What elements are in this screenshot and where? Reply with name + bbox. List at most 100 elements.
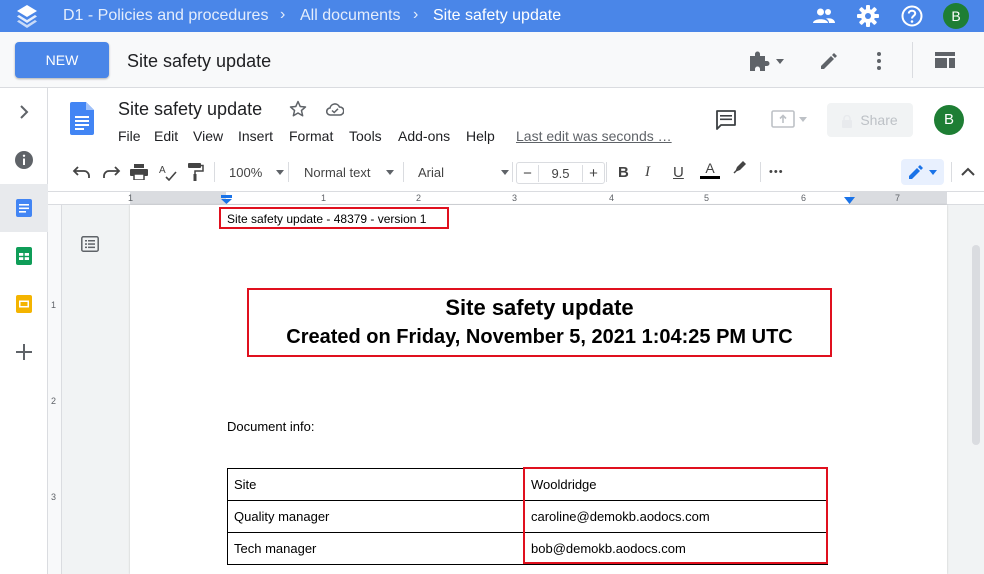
- gear-icon[interactable]: [857, 5, 879, 27]
- people-icon[interactable]: [812, 5, 836, 27]
- more-options-button[interactable]: •••: [769, 160, 784, 184]
- breadcrumb-all-documents[interactable]: All documents: [300, 7, 401, 25]
- sheets-icon: [16, 247, 32, 265]
- menu-file[interactable]: File: [118, 128, 141, 144]
- slides-button[interactable]: [0, 280, 48, 328]
- style-select[interactable]: Normal text: [304, 160, 395, 184]
- highlighter-icon: [733, 161, 746, 174]
- user-avatar[interactable]: B: [943, 3, 969, 29]
- last-edit-link[interactable]: Last edit was seconds …: [516, 128, 672, 144]
- menu-tools[interactable]: Tools: [349, 128, 382, 144]
- zoom-select[interactable]: 100%: [229, 160, 285, 184]
- comments-icon[interactable]: [716, 110, 736, 130]
- document-heading-created: Created on Friday, November 5, 2021 1:04…: [286, 326, 793, 348]
- ruler-number: 7: [895, 193, 901, 203]
- table-cell-label[interactable]: Site: [227, 468, 525, 501]
- aodocs-logo-icon[interactable]: [16, 4, 38, 28]
- table-cell-label[interactable]: Quality manager: [227, 500, 525, 533]
- ruler-margin-left: [130, 192, 226, 204]
- collapse-toolbar-button[interactable]: [961, 160, 975, 184]
- left-indent-marker-icon[interactable]: [221, 195, 232, 204]
- horizontal-ruler: 1 1 2 3 4 5 6 7: [48, 192, 984, 205]
- edit-pencil-icon[interactable]: [819, 51, 839, 71]
- chevron-down-icon: [386, 169, 395, 175]
- increase-font-size-button[interactable]: +: [582, 164, 604, 182]
- chevron-down-icon: [799, 116, 807, 122]
- more-vert-icon[interactable]: [876, 51, 882, 71]
- docs-user-avatar[interactable]: B: [934, 105, 964, 135]
- breadcrumb-library[interactable]: D1 - Policies and procedures: [63, 7, 268, 25]
- info-button[interactable]: [0, 136, 48, 184]
- puzzle-icon: [750, 51, 770, 71]
- chevron-right-icon: ›: [413, 6, 419, 23]
- font-select[interactable]: Arial: [418, 160, 510, 184]
- underline-button[interactable]: U: [673, 160, 684, 184]
- chevron-down-icon: [776, 58, 784, 64]
- highlight-color-button[interactable]: [730, 160, 750, 184]
- paint-format-icon[interactable]: [188, 160, 204, 184]
- document-outline-icon[interactable]: [81, 236, 99, 252]
- share-button[interactable]: Share: [827, 103, 913, 137]
- plus-icon: [16, 344, 32, 360]
- chevron-down-icon: [501, 169, 510, 175]
- ruler-number: 3: [51, 492, 57, 502]
- values-highlight-box: [523, 467, 828, 564]
- layout-panel-icon[interactable]: [935, 52, 955, 68]
- chevron-right-icon: ›: [280, 6, 286, 23]
- decrease-font-size-button[interactable]: −: [517, 164, 539, 182]
- document-canvas: 1 2 3 Site safety update - 48379 - versi…: [48, 205, 984, 574]
- editing-mode-button[interactable]: [901, 159, 944, 185]
- star-icon[interactable]: [289, 100, 307, 118]
- document-heading-title: Site safety update: [445, 295, 634, 320]
- present-button[interactable]: [771, 110, 807, 128]
- help-icon[interactable]: [901, 5, 923, 27]
- menu-format[interactable]: Format: [289, 128, 333, 144]
- sheets-button[interactable]: [0, 232, 48, 280]
- menu-add-ons[interactable]: Add-ons: [398, 128, 450, 144]
- add-ons-button[interactable]: [748, 50, 784, 72]
- right-indent-marker-icon[interactable]: [844, 197, 855, 204]
- slides-icon: [16, 295, 32, 313]
- italic-button[interactable]: I: [645, 160, 650, 184]
- document-header-line: Site safety update - 48379 - version 1: [227, 212, 427, 226]
- document-page[interactable]: Site safety update - 48379 - version 1 S…: [130, 205, 947, 574]
- docs-title-input[interactable]: Site safety update: [118, 99, 262, 120]
- redo-icon[interactable]: [101, 160, 121, 184]
- edit-pencil-icon: [909, 165, 923, 179]
- divider: [606, 162, 607, 182]
- docs-header: Site safety update File Edit View Insert…: [48, 88, 984, 152]
- chevron-down-icon: [929, 169, 937, 175]
- docs-button[interactable]: [0, 184, 48, 232]
- ruler-number: 3: [512, 193, 518, 203]
- zoom-value: 100%: [229, 164, 263, 180]
- docs-icon: [16, 199, 32, 217]
- ruler-number: 4: [609, 193, 615, 203]
- ruler-number: 6: [801, 193, 807, 203]
- divider: [512, 162, 513, 182]
- menu-help[interactable]: Help: [466, 128, 495, 144]
- menu-view[interactable]: View: [193, 128, 223, 144]
- google-docs-logo-icon[interactable]: [70, 102, 94, 135]
- divider: [288, 162, 289, 182]
- menu-edit[interactable]: Edit: [154, 128, 178, 144]
- heading-highlight-box: Site safety update Created on Friday, No…: [247, 288, 832, 357]
- print-icon[interactable]: [130, 160, 148, 184]
- menu-insert[interactable]: Insert: [238, 128, 273, 144]
- bold-button[interactable]: B: [618, 160, 629, 184]
- add-button[interactable]: [0, 328, 48, 376]
- vertical-scrollbar[interactable]: [972, 245, 980, 445]
- text-color-label: A: [705, 160, 715, 176]
- font-size-input[interactable]: 9.5: [539, 166, 582, 181]
- cloud-status-icon[interactable]: [326, 102, 344, 116]
- undo-icon[interactable]: [72, 160, 92, 184]
- document-info-label: Document info:: [227, 419, 315, 434]
- formatting-toolbar: A 100% Normal text Arial − 9.5 + B I U A…: [48, 152, 984, 192]
- new-button[interactable]: NEW: [15, 42, 109, 78]
- style-value: Normal text: [304, 164, 371, 180]
- expand-rail-button[interactable]: [0, 88, 48, 136]
- font-size-stepper: − 9.5 +: [516, 162, 605, 184]
- spellcheck-icon[interactable]: A: [159, 160, 177, 184]
- ruler-number: 2: [416, 193, 422, 203]
- text-color-button[interactable]: A: [700, 160, 720, 184]
- table-cell-label[interactable]: Tech manager: [227, 532, 525, 565]
